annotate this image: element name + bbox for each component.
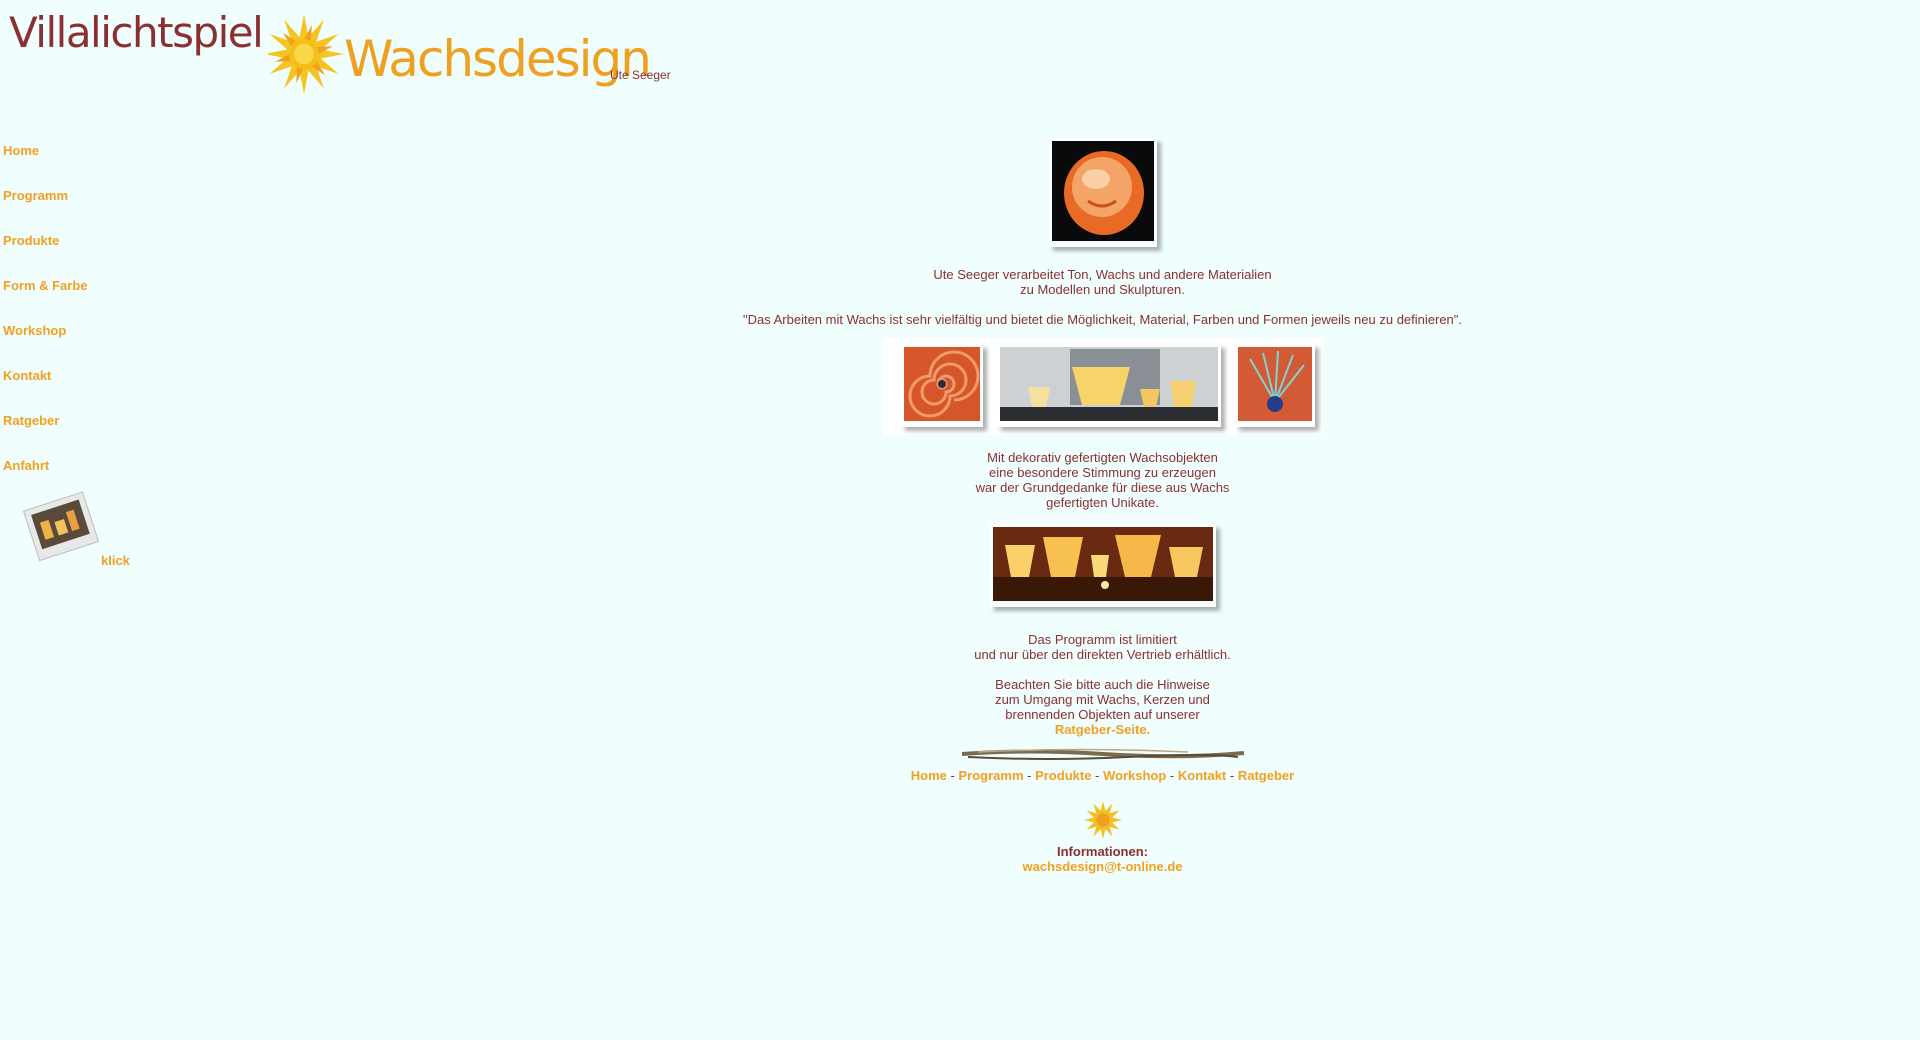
deco-line-3: war der Grundgedanke für diese aus Wachs (975, 480, 1230, 495)
hint-line-2: zum Umgang mit Wachs, Kerzen und (995, 692, 1210, 707)
brand-owner: Ute Seeger (610, 68, 671, 82)
footer-link-kontakt[interactable]: Kontakt (1178, 768, 1226, 783)
intro-line-1: Ute Seeger verarbeitet Ton, Wachs und an… (933, 267, 1272, 282)
intro-line-2: zu Modellen und Skulpturen. (1020, 282, 1185, 297)
footer-link-ratgeber[interactable]: Ratgeber (1238, 768, 1294, 783)
sidebar-item-produkte[interactable]: Produkte (3, 233, 88, 278)
main-content: Ute Seeger verarbeitet Ton, Wachs und an… (580, 138, 1625, 874)
hint-line-3: brennenden Objekten auf unserer (1005, 707, 1200, 722)
deco-line-2: eine besondere Stimmung zu erzeugen (989, 465, 1216, 480)
footer-separator: - (1091, 768, 1103, 783)
spiral-photo-frame (900, 344, 983, 427)
wax-face-sculpture-image (1051, 141, 1154, 241)
feather-photo-frame (1234, 344, 1315, 427)
footer-link-programm[interactable]: Programm (958, 768, 1023, 783)
sidebar-nav: Home Programm Produkte Form & Farbe Work… (3, 143, 88, 503)
program-line-2: und nur über den direkten Vertrieb erhäl… (974, 647, 1231, 662)
brand-wachsdesign: Wachsdesign (344, 30, 652, 88)
footer-link-produkte[interactable]: Produkte (1035, 768, 1091, 783)
sidebar-item-ratgeber[interactable]: Ratgeber (3, 413, 88, 458)
deco-line-4: gefertigten Unikate. (1046, 495, 1159, 510)
hint-line-1: Beachten Sie bitte auch die Hinweise (995, 677, 1210, 692)
footer-separator: - (1023, 768, 1036, 783)
footer-link-home[interactable]: Home (911, 768, 947, 783)
sidebar-item-form-farbe[interactable]: Form & Farbe (3, 278, 88, 323)
site-header: Villalichtspiel Wachsdesign Ute Seeger (0, 0, 680, 104)
footer-separator: - (946, 768, 959, 783)
wax-feather-image (1237, 347, 1312, 421)
footer-link-workshop[interactable]: Workshop (1103, 768, 1166, 783)
sun-logo-icon (268, 14, 344, 94)
footer-separator: - (1166, 768, 1178, 783)
sidebar-item-kontakt[interactable]: Kontakt (3, 368, 88, 413)
footer-nav: Home - Programm - Produkte - Workshop - … (580, 768, 1625, 783)
hero-photo-frame (1048, 138, 1157, 247)
klick-link[interactable]: klick (101, 553, 130, 568)
info-email-link[interactable]: wachsdesign@t-online.de (1022, 859, 1182, 874)
wax-quote: "Das Arbeiten mit Wachs ist sehr vielfäl… (742, 312, 1463, 327)
wax-candles-image (992, 527, 1213, 601)
twig-divider-icon (961, 748, 1244, 760)
brand-villalichtspiel: Villalichtspiel (9, 8, 264, 57)
klick-thumbnail-icon[interactable] (22, 490, 102, 562)
info-title: Informationen: (1057, 844, 1148, 859)
gallery-row (882, 338, 1323, 435)
ratgeber-seite-link[interactable]: Ratgeber-Seite. (1055, 722, 1150, 737)
spiral-wax-image (903, 347, 980, 421)
sidebar-item-workshop[interactable]: Workshop (3, 323, 88, 368)
deco-line-1: Mit dekorativ gefertigten Wachsobjekten (987, 450, 1218, 465)
bowls-photo-frame (996, 344, 1221, 427)
wax-bowls-fireplace-image (999, 347, 1218, 421)
small-sun-icon (1083, 801, 1122, 839)
candles-photo-frame (989, 524, 1216, 607)
sidebar-item-programm[interactable]: Programm (3, 188, 88, 233)
sidebar-item-home[interactable]: Home (3, 143, 88, 188)
footer-separator: - (1226, 768, 1238, 783)
program-line-1: Das Programm ist limitiert (1028, 632, 1177, 647)
